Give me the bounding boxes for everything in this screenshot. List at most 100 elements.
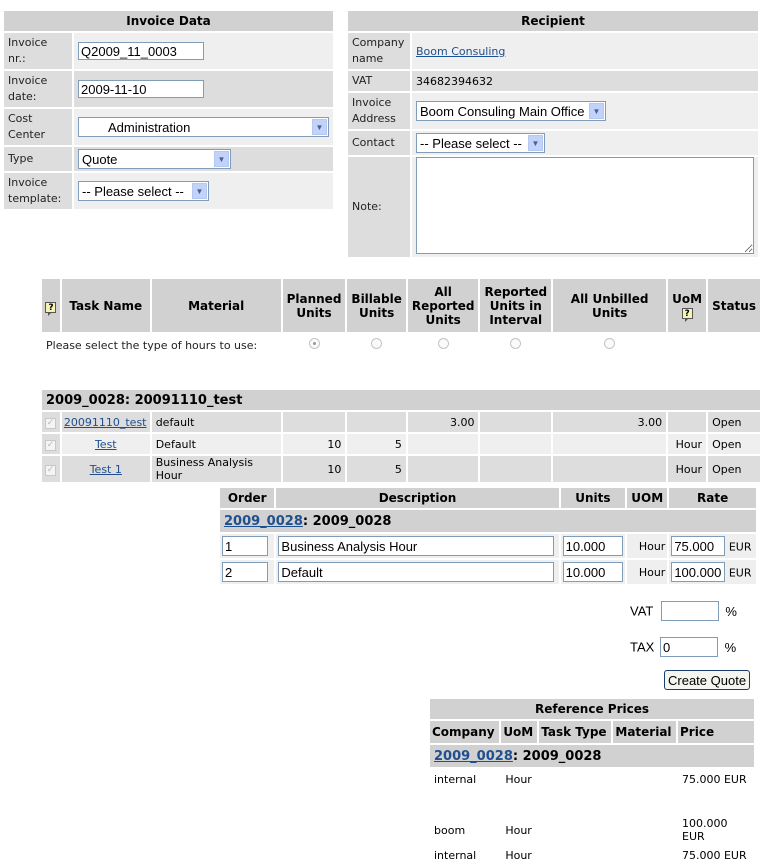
billable-cell — [347, 412, 405, 432]
vat-percent: % — [725, 603, 737, 619]
contact-label: Contact — [348, 131, 410, 155]
invoice-nr-input[interactable] — [78, 42, 204, 60]
invoice-template-select[interactable]: -- Please select -- ▼ — [78, 181, 209, 201]
task-checkbox[interactable]: ✓ — [45, 465, 56, 476]
vat-input[interactable] — [660, 601, 719, 621]
material-cell: Default — [155, 437, 196, 451]
radio-all-reported-units[interactable] — [437, 338, 449, 349]
help-icon[interactable]: ? — [45, 301, 57, 316]
order-input[interactable] — [222, 562, 268, 582]
company-header: Company — [430, 721, 500, 743]
status-cell: Open — [712, 437, 742, 451]
invoice-address-value: Boom Consuling Main Office — [420, 103, 585, 119]
lines-group-title: : 2009_0028 — [302, 513, 392, 529]
rate-input[interactable] — [671, 536, 726, 556]
task-link[interactable]: Test — [95, 438, 117, 451]
reported-units-interval-header: Reported Units in Interval — [480, 279, 552, 332]
project-link[interactable]: 2009_0028 — [434, 749, 513, 764]
tax-percent: % — [724, 639, 737, 655]
all-reported-cell — [408, 456, 479, 482]
type-select[interactable]: Quote ▼ — [78, 149, 231, 169]
task-type-cell — [539, 769, 611, 789]
material-cell — [613, 817, 676, 843]
rate-header: Rate — [669, 488, 756, 508]
all-unbilled-units-header: All Unbilled Units — [553, 279, 667, 332]
company-cell: internal — [434, 848, 477, 862]
planned-cell: 10 — [327, 462, 342, 476]
company-name-link[interactable]: Boom Consuling — [416, 45, 505, 58]
units-input[interactable] — [562, 536, 623, 556]
invoice-lines-table: Order Description Units UOM Rate 2009_00… — [218, 486, 758, 586]
radio-planned-units[interactable] — [308, 338, 320, 349]
tax-input[interactable] — [659, 637, 718, 657]
uom-cell: Hour — [638, 539, 666, 553]
contact-value: -- Please select -- — [420, 135, 522, 151]
task-link[interactable]: Test 1 — [90, 463, 122, 476]
type-value: Quote — [82, 151, 118, 167]
billable-units-header: Billable Units — [347, 279, 406, 332]
units-input[interactable] — [562, 562, 623, 582]
table-row: Hour EUR — [220, 534, 756, 558]
uom-header-label: UoM — [672, 291, 703, 306]
task-link[interactable]: 20091110_test — [64, 416, 147, 429]
task-checkbox[interactable]: ✓ — [45, 418, 56, 429]
units-header: Units — [560, 488, 626, 508]
cost-center-label: Cost Center — [4, 109, 72, 145]
rate-input[interactable] — [671, 562, 726, 582]
task-type-cell — [539, 845, 611, 865]
invoice-template-value: -- Please select -- — [82, 183, 184, 199]
reference-group-title: : 2009_0028 — [512, 748, 602, 764]
price-cell: 75.000 EUR — [682, 772, 747, 786]
radio-billable-units[interactable] — [371, 338, 383, 349]
company-cell: internal — [434, 772, 477, 786]
radio-reported-units-interval[interactable] — [510, 338, 522, 349]
tasks-table: ? Task Name Material Planned Units Billa… — [40, 277, 762, 484]
order-input[interactable] — [222, 536, 268, 556]
material-header: Material — [151, 279, 281, 332]
tax-row: TAX % — [630, 637, 736, 657]
planned-cell — [283, 412, 346, 432]
company-name-label: Company name — [348, 33, 410, 69]
chevron-down-icon: ▼ — [589, 103, 604, 119]
currency-label: EUR — [728, 540, 752, 554]
chevron-down-icon: ▼ — [214, 151, 229, 167]
uom-cell — [668, 412, 706, 432]
help-icon[interactable]: ? — [681, 307, 693, 322]
planned-units-header: Planned Units — [282, 279, 346, 332]
hours-type-prompt: Please select the type of hours to use: — [46, 338, 258, 352]
note-textarea[interactable] — [416, 157, 754, 254]
all-reported-units-header: All Reported Units — [407, 279, 479, 332]
project-link[interactable]: 2009_0028 — [224, 514, 303, 529]
uom-header: UoM — [501, 721, 538, 743]
invoice-data-table: Invoice Data Invoice nr.: Invoice date: … — [2, 9, 335, 211]
vat-label: VAT — [630, 603, 654, 619]
uom-cell: Hour — [675, 437, 703, 451]
invoice-address-select[interactable]: Boom Consuling Main Office ▼ — [416, 101, 606, 121]
reported-interval-cell — [480, 434, 551, 454]
billable-cell: 5 — [394, 437, 402, 451]
cost-center-select[interactable]: Administration ▼ — [78, 117, 329, 137]
radio-all-unbilled-units[interactable] — [604, 338, 616, 349]
description-input[interactable] — [278, 536, 555, 556]
create-quote-button[interactable]: Create Quote — [664, 670, 751, 690]
uom-cell: Hour — [505, 848, 532, 862]
vat-label: VAT — [348, 71, 410, 91]
task-checkbox[interactable]: ✓ — [45, 440, 56, 451]
lines-group-header: 2009_0028: 2009_0028 — [220, 510, 756, 532]
table-row: Hour EUR — [220, 560, 756, 584]
invoice-nr-label: Invoice nr.: — [4, 33, 72, 69]
invoice-template-label: Invoice template: — [4, 173, 72, 209]
contact-select[interactable]: -- Please select -- ▼ — [416, 133, 545, 153]
invoice-date-input[interactable] — [78, 80, 204, 98]
task-type-header: Task Type — [539, 721, 612, 743]
order-header: Order — [220, 488, 275, 508]
all-reported-cell — [408, 434, 479, 454]
material-cell — [613, 769, 676, 789]
table-row: ✓ 20091110_test default 3.00 3.00 Open — [42, 412, 760, 432]
type-label: Type — [4, 147, 72, 171]
uom-cell: Hour — [638, 565, 666, 579]
chevron-down-icon: ▼ — [192, 183, 207, 199]
task-type-cell — [539, 817, 611, 843]
all-unbilled-cell — [553, 456, 666, 482]
description-input[interactable] — [278, 562, 555, 582]
